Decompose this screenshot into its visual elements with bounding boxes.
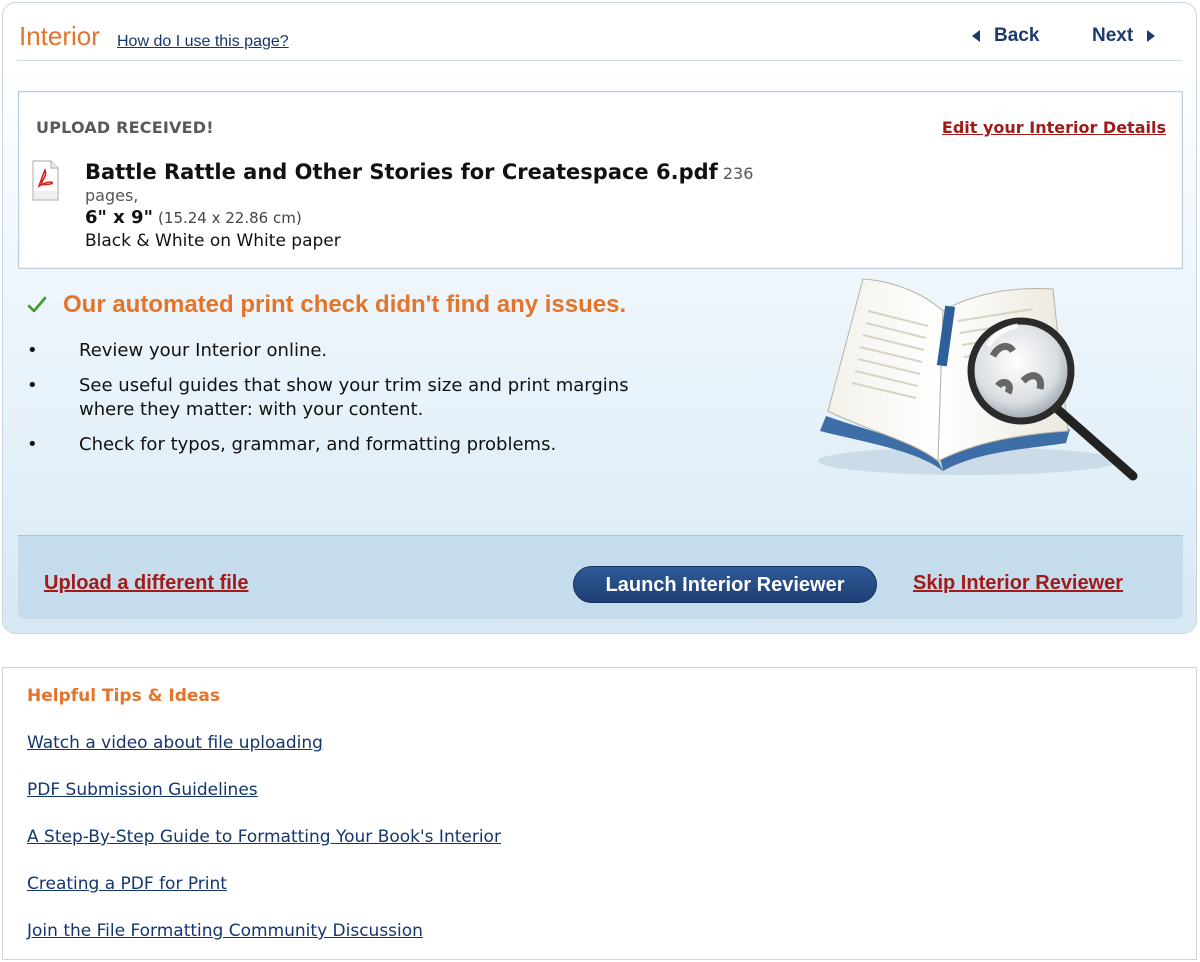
upload-status: UPLOAD RECEIVED! [36, 118, 214, 137]
upload-different-file-link[interactable]: Upload a different file [44, 572, 248, 595]
print-check-result: Our automated print check didn't find an… [27, 291, 626, 319]
list-item: Creating a PDF for Print [27, 871, 501, 897]
book-magnifier-icon [818, 278, 1138, 481]
helpful-tips-panel: Helpful Tips & Ideas Watch a video about… [2, 667, 1197, 960]
paper-type: Black & White on White paper [85, 231, 341, 251]
arrow-left-icon [972, 30, 980, 42]
list-item: A Step-By-Step Guide to Formatting Your … [27, 824, 501, 850]
tip-link-community[interactable]: Join the File Formatting Community Discu… [27, 921, 423, 941]
help-link[interactable]: How do I use this page? [117, 33, 289, 51]
next-label: Next [1092, 25, 1134, 46]
list-item: Watch a video about file uploading [27, 730, 501, 756]
next-button[interactable]: Next [1092, 25, 1156, 47]
header: Interior How do I use this page? Back Ne… [17, 21, 1182, 61]
action-bar: Upload a different file Launch Interior … [18, 535, 1183, 619]
launch-interior-reviewer-button[interactable]: Launch Interior Reviewer [573, 566, 877, 603]
back-button[interactable]: Back [972, 25, 1039, 47]
edit-interior-details-link[interactable]: Edit your Interior Details [942, 118, 1166, 137]
pdf-file-icon [32, 160, 59, 201]
checkmark-icon [27, 296, 47, 313]
print-check-title: Our automated print check didn't find an… [63, 291, 627, 318]
tip-link-video[interactable]: Watch a video about file uploading [27, 733, 323, 753]
pages-suffix: pages, [85, 186, 139, 205]
tips-title: Helpful Tips & Ideas [27, 686, 220, 706]
skip-interior-reviewer-link[interactable]: Skip Interior Reviewer [913, 572, 1123, 595]
page-title: Interior [19, 21, 100, 51]
upload-summary-box: UPLOAD RECEIVED! Edit your Interior Deta… [18, 91, 1183, 269]
bullet-item: Review your Interior online. [27, 339, 687, 363]
tips-list: Watch a video about file uploading PDF S… [27, 730, 501, 962]
page-count: 236 [722, 164, 754, 183]
trim-size-cm: (15.24 x 22.86 cm) [158, 209, 302, 227]
bullet-item: Check for typos, grammar, and formatting… [27, 433, 687, 457]
file-info: Battle Rattle and Other Stories for Crea… [85, 160, 845, 253]
list-item: Join the File Formatting Community Discu… [27, 918, 501, 944]
review-bullets: Review your Interior online. See useful … [27, 339, 687, 468]
bullet-item: See useful guides that show your trim si… [27, 374, 687, 422]
trim-size: 6" x 9" (15.24 x 22.86 cm) [85, 207, 845, 229]
back-label: Back [994, 25, 1040, 46]
tip-link-pdf-guidelines[interactable]: PDF Submission Guidelines [27, 780, 258, 800]
file-name: Battle Rattle and Other Stories for Crea… [85, 160, 718, 184]
list-item: PDF Submission Guidelines [27, 777, 501, 803]
trim-size-inches: 6" x 9" [85, 207, 153, 228]
tip-link-formatting-guide[interactable]: A Step-By-Step Guide to Formatting Your … [27, 827, 501, 847]
tip-link-create-pdf[interactable]: Creating a PDF for Print [27, 874, 227, 894]
arrow-right-icon [1147, 30, 1156, 42]
interior-panel: Interior How do I use this page? Back Ne… [2, 2, 1197, 634]
